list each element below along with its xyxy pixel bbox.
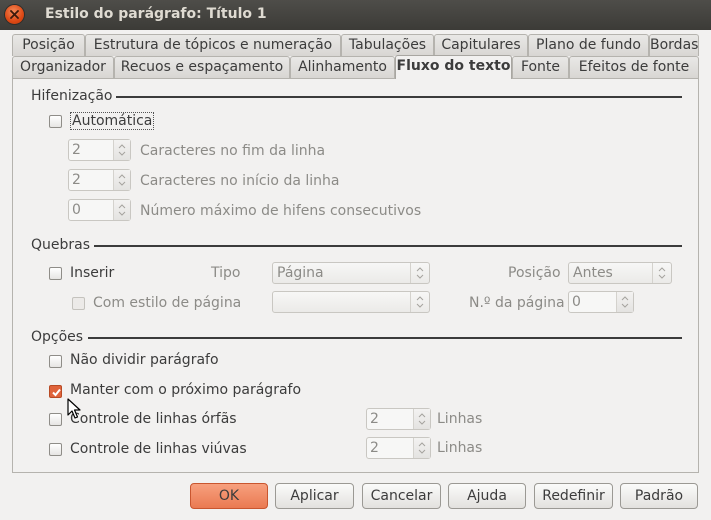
- automatic-hyphenation-checkbox[interactable]: [49, 115, 62, 128]
- page-style-select[interactable]: [272, 291, 430, 313]
- dont-split-checkbox[interactable]: [49, 355, 62, 368]
- automatic-hyphenation-label[interactable]: Automática: [70, 112, 155, 130]
- section-breaks-heading: Quebras: [31, 237, 91, 253]
- tab-tabulacoes[interactable]: Tabulações: [341, 34, 434, 56]
- reset-button[interactable]: Redefinir: [534, 483, 613, 509]
- spin-buttons[interactable]: [616, 292, 633, 312]
- spin-buttons[interactable]: [113, 170, 130, 190]
- widow-lines-spinbox[interactable]: 2: [366, 437, 431, 459]
- updown-arrows-icon: [416, 267, 424, 279]
- tab-posicao[interactable]: Posição: [12, 34, 85, 56]
- max-consecutive-spinbox[interactable]: 0: [68, 199, 131, 221]
- close-icon: [10, 10, 19, 19]
- end-chars-label: Caracteres no fim da linha: [140, 143, 326, 159]
- break-type-label: Tipo: [211, 265, 241, 281]
- keep-with-next-label[interactable]: Manter com o próximo parágrafo: [70, 382, 301, 398]
- section-divider: [94, 245, 682, 247]
- spin-arrows-icon: [118, 174, 126, 186]
- spin-buttons[interactable]: [113, 140, 130, 160]
- break-type-select[interactable]: Página: [272, 262, 430, 284]
- break-position-label: Posição: [508, 265, 561, 281]
- insert-break-checkbox[interactable]: [49, 267, 62, 280]
- tab-capitulares[interactable]: Capitulares: [434, 34, 528, 56]
- spin-arrows-icon: [118, 144, 126, 156]
- help-button[interactable]: Ajuda: [448, 483, 526, 509]
- tab-bordas[interactable]: Bordas: [649, 34, 699, 56]
- start-chars-value: 2: [72, 172, 81, 188]
- cancel-button[interactable]: Cancelar: [362, 483, 441, 509]
- close-button[interactable]: [5, 5, 24, 24]
- standard-button[interactable]: Padrão: [620, 483, 698, 509]
- break-position-value: Antes: [573, 265, 613, 281]
- mouse-cursor-icon: [67, 398, 81, 419]
- page-number-spinbox[interactable]: 0: [568, 291, 634, 313]
- section-hyphenation-heading: Hifenização: [31, 88, 113, 104]
- combo-arrow[interactable]: [410, 292, 429, 312]
- with-page-style-label[interactable]: Com estilo de página: [93, 295, 241, 311]
- section-divider: [116, 96, 682, 98]
- tab-estrutura-topicos[interactable]: Estrutura de tópicos e numeração: [85, 34, 341, 56]
- apply-button[interactable]: Aplicar: [275, 483, 354, 509]
- tab-alinhamento[interactable]: Alinhamento: [290, 56, 395, 78]
- spin-arrows-icon: [118, 204, 126, 216]
- keep-with-next-checkbox[interactable]: [49, 385, 62, 398]
- section-options-heading: Opções: [31, 329, 84, 345]
- dont-split-label[interactable]: Não dividir parágrafo: [70, 352, 219, 368]
- spin-arrows-icon: [418, 413, 426, 425]
- title-bar: Estilo do parágrafo: Título 1: [0, 0, 711, 30]
- tab-organizador[interactable]: Organizador: [12, 56, 114, 78]
- break-type-value: Página: [277, 265, 324, 281]
- ok-button[interactable]: OK: [190, 483, 268, 509]
- max-consecutive-label: Número máximo de hifens consecutivos: [140, 203, 422, 219]
- start-chars-spinbox[interactable]: 2: [68, 169, 131, 191]
- max-consecutive-value: 0: [72, 202, 81, 218]
- widow-control-label[interactable]: Controle de linhas viúvas: [70, 441, 247, 457]
- break-position-select[interactable]: Antes: [568, 262, 672, 284]
- combo-arrow[interactable]: [652, 263, 671, 283]
- insert-break-label[interactable]: Inserir: [70, 265, 114, 281]
- orphan-control-label[interactable]: Controle de linhas órfãs: [70, 411, 237, 427]
- widow-lines-value: 2: [370, 440, 379, 456]
- checkmark-icon: [52, 388, 61, 397]
- orphan-lines-value: 2: [370, 411, 379, 427]
- orphan-control-checkbox[interactable]: [49, 413, 62, 426]
- spin-buttons[interactable]: [413, 409, 430, 429]
- spin-arrows-icon: [418, 442, 426, 454]
- tab-plano-de-fundo[interactable]: Plano de fundo: [528, 34, 649, 56]
- spin-buttons[interactable]: [413, 438, 430, 458]
- widow-control-checkbox[interactable]: [49, 443, 62, 456]
- tab-fonte[interactable]: Fonte: [512, 56, 569, 78]
- tab-efeitos-de-fonte[interactable]: Efeitos de fonte: [569, 56, 699, 78]
- with-page-style-checkbox[interactable]: [72, 297, 85, 310]
- updown-arrows-icon: [416, 296, 424, 308]
- updown-arrows-icon: [658, 267, 666, 279]
- page-number-value: 0: [572, 294, 581, 310]
- combo-arrow[interactable]: [410, 263, 429, 283]
- end-chars-value: 2: [72, 142, 81, 158]
- section-divider: [88, 337, 682, 339]
- paragraph-style-dialog: Estilo do parágrafo: Título 1 Posição Es…: [0, 0, 711, 520]
- spin-arrows-icon: [621, 296, 629, 308]
- page-number-label: N.º da página: [469, 295, 565, 311]
- orphan-lines-spinbox[interactable]: 2: [366, 408, 431, 430]
- orphan-lines-unit: Linhas: [437, 411, 483, 427]
- end-chars-spinbox[interactable]: 2: [68, 139, 131, 161]
- tab-fluxo-do-texto[interactable]: Fluxo do texto: [395, 55, 512, 79]
- spin-buttons[interactable]: [113, 200, 130, 220]
- widow-lines-unit: Linhas: [437, 440, 483, 456]
- window-title: Estilo do parágrafo: Título 1: [45, 6, 267, 22]
- tab-recuos-espacamento[interactable]: Recuos e espaçamento: [114, 56, 290, 78]
- start-chars-label: Caracteres no início da linha: [140, 173, 340, 189]
